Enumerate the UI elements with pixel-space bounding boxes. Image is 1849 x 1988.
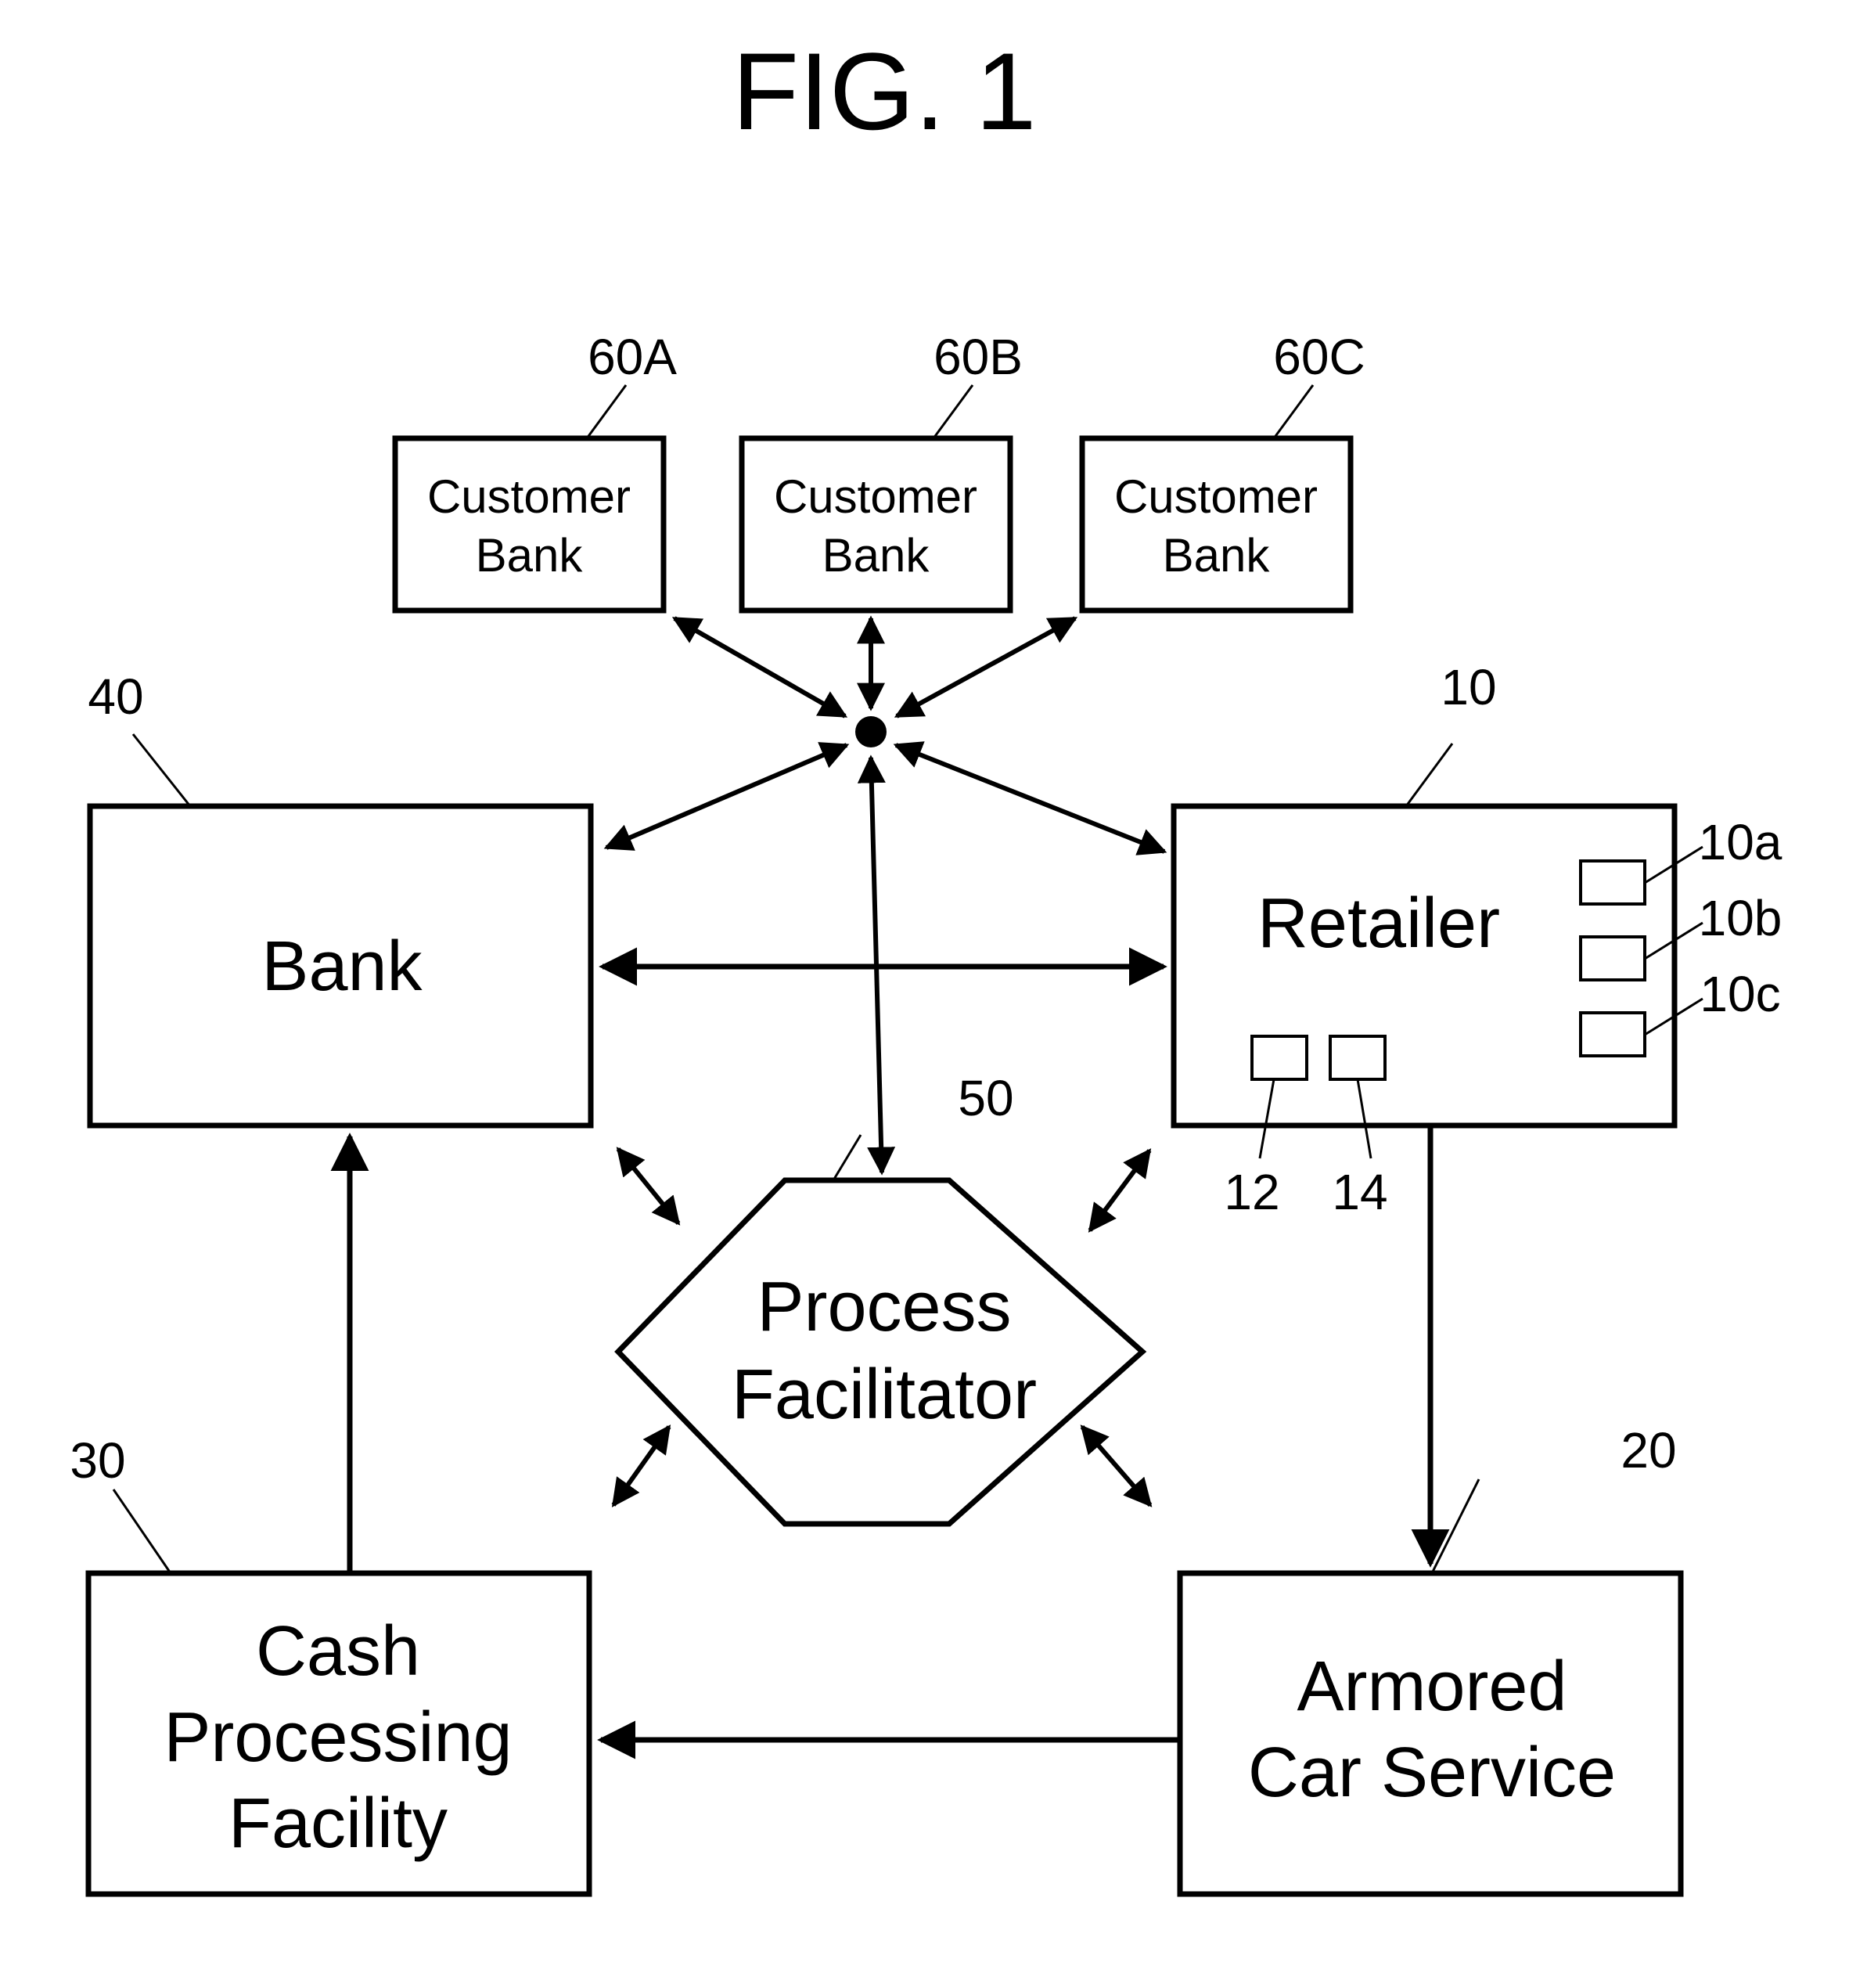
ref-label-10a: 10a <box>1699 814 1782 870</box>
ref-label-14: 14 <box>1332 1164 1387 1220</box>
ref-label-30: 30 <box>70 1432 125 1489</box>
customer-bank-60a-line1: Customer <box>427 470 631 523</box>
customer-bank-60b-box <box>739 435 1013 614</box>
edge-hub-bank <box>603 742 850 851</box>
bank-label: Bank <box>261 927 423 1006</box>
armored-car-line2: Car Service <box>1248 1734 1616 1812</box>
figure-title: FIG. 1 <box>732 30 1037 153</box>
cash-processing-line1: Cash <box>256 1612 420 1691</box>
retailer-component-12 <box>1250 1035 1308 1081</box>
customer-bank-60a-box <box>392 435 667 614</box>
process-facilitator-hexagon <box>614 1177 1147 1527</box>
ref-leader-30 <box>112 1489 172 1574</box>
customer-bank-60a-line2: Bank <box>476 529 584 582</box>
figure-canvas: FIG. 1 Customer Bank 60A Customer Bank 6… <box>70 30 1782 1897</box>
armored-car-line1: Armored <box>1297 1648 1567 1726</box>
ref-leader-40 <box>131 733 192 807</box>
edge-process-facilitator-armored-car <box>1080 1424 1153 1507</box>
ref-label-60b: 60B <box>933 329 1023 385</box>
ref-leader-20 <box>1430 1478 1480 1574</box>
retailer-node: Retailer 10 10a 10b 10c 12 14 <box>1171 659 1782 1220</box>
edge-hub-customer-bank-60a <box>671 616 848 718</box>
customer-bank-60b: Customer Bank 60B <box>739 329 1023 614</box>
customer-bank-60c: Customer Bank 60C <box>1079 329 1365 614</box>
customer-bank-60b-line2: Bank <box>822 529 930 582</box>
ref-label-60a: 60A <box>588 329 677 385</box>
bank-node: Bank 40 <box>87 668 594 1129</box>
retailer-component-14 <box>1329 1035 1387 1081</box>
ref-label-12: 12 <box>1224 1164 1279 1220</box>
retailer-component-10c <box>1579 1011 1646 1057</box>
edge-hub-customer-bank-60c <box>894 616 1078 718</box>
ref-label-50: 50 <box>958 1070 1013 1126</box>
ref-leader-60a <box>585 384 628 439</box>
cash-processing-line2: Processing <box>164 1698 512 1777</box>
customer-bank-60a: Customer Bank 60A <box>392 329 677 614</box>
ref-label-40: 40 <box>88 668 143 725</box>
retailer-component-10a <box>1579 859 1646 906</box>
customer-bank-60b-line1: Customer <box>774 470 977 523</box>
ref-leader-10 <box>1405 743 1454 807</box>
ref-leader-60c <box>1272 384 1315 439</box>
retailer-component-10b <box>1579 935 1646 981</box>
hub-node <box>855 716 887 747</box>
ref-label-10: 10 <box>1441 659 1496 715</box>
customer-bank-60c-box <box>1079 435 1354 614</box>
edge-process-facilitator-bank <box>616 1147 681 1226</box>
cash-processing-node: Cash Processing Facility 30 <box>70 1432 592 1897</box>
cash-processing-line3: Facility <box>228 1785 448 1863</box>
ref-label-10b: 10b <box>1699 890 1782 946</box>
ref-label-20: 20 <box>1621 1422 1676 1478</box>
retailer-label: Retailer <box>1257 884 1500 963</box>
edge-process-facilitator-cash-processing <box>611 1424 671 1507</box>
ref-label-60c: 60C <box>1273 329 1365 385</box>
edge-hub-retailer <box>893 741 1167 855</box>
ref-leader-50 <box>832 1134 862 1181</box>
process-facilitator-line1: Process <box>757 1268 1011 1346</box>
customer-bank-60c-line2: Bank <box>1163 529 1271 582</box>
edge-process-facilitator-retailer <box>1088 1148 1152 1233</box>
customer-bank-60c-line1: Customer <box>1114 470 1318 523</box>
ref-label-10c: 10c <box>1700 966 1780 1022</box>
process-facilitator-line2: Facilitator <box>732 1356 1037 1434</box>
ref-leader-60b <box>932 384 974 439</box>
